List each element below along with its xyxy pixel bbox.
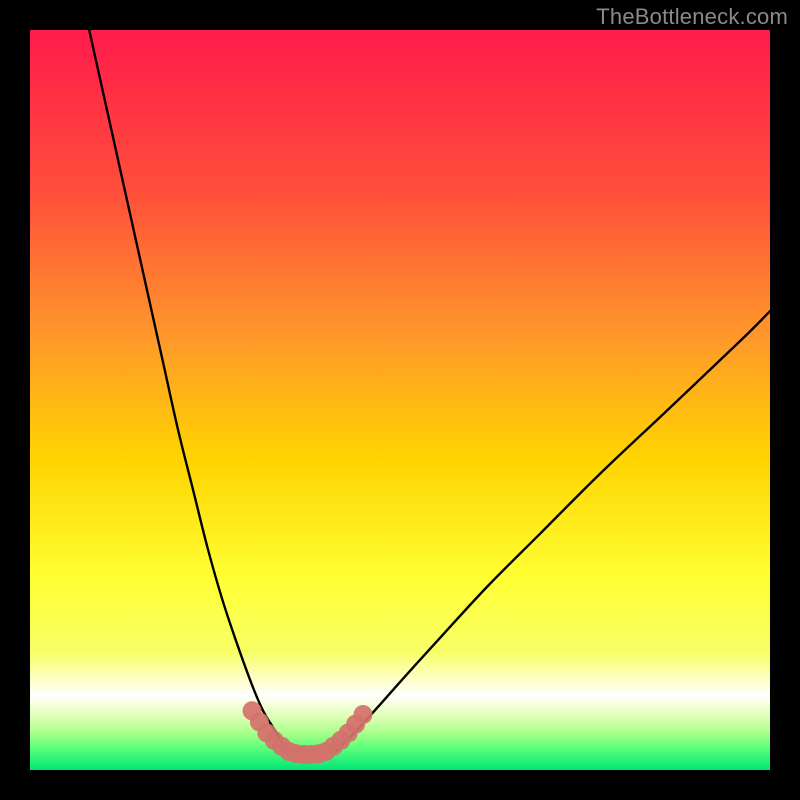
left-curve-path <box>89 30 289 754</box>
chart-frame: TheBottleneck.com <box>0 0 800 800</box>
watermark-text: TheBottleneck.com <box>596 4 788 30</box>
bottleneck-curve <box>30 30 770 770</box>
marker-dot <box>354 705 373 724</box>
right-curve-path <box>333 311 770 754</box>
plot-area <box>30 30 770 770</box>
